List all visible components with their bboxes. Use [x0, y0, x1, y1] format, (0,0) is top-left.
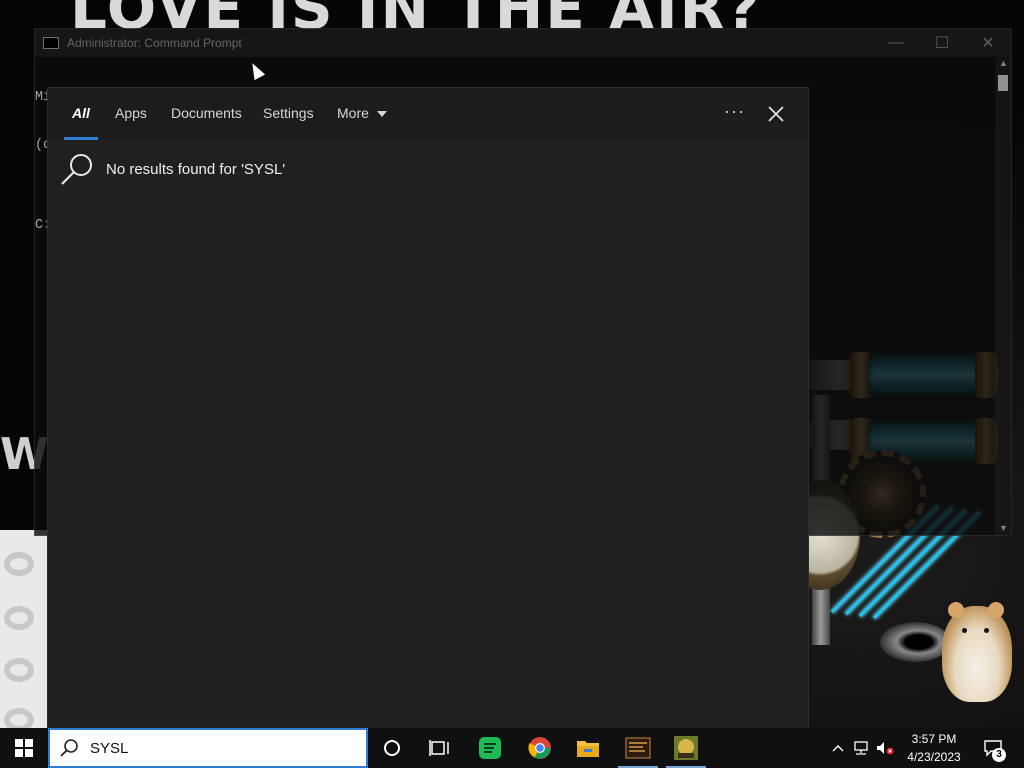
minimize-button[interactable]: —	[873, 29, 919, 57]
task-view-icon	[429, 740, 449, 756]
tab-settings[interactable]: Settings	[263, 88, 314, 140]
network-button[interactable]	[850, 728, 872, 768]
no-results-row: No results found for 'SYSL'	[60, 152, 285, 186]
search-icon	[61, 154, 92, 185]
volume-button[interactable]	[874, 728, 896, 768]
notification-count-badge: 3	[992, 748, 1006, 762]
cortana-button[interactable]	[368, 728, 416, 768]
cortana-icon	[384, 740, 400, 756]
tab-apps[interactable]: Apps	[115, 88, 147, 140]
scroll-thumb[interactable]	[998, 75, 1008, 91]
clock[interactable]: 3:57 PM 4/23/2023	[896, 730, 972, 766]
close-icon	[768, 106, 784, 122]
tab-all[interactable]: All	[64, 88, 98, 140]
game-app-icon	[674, 736, 698, 760]
network-icon	[854, 741, 868, 755]
chrome-button[interactable]	[516, 728, 564, 768]
tab-more[interactable]: More	[337, 88, 387, 140]
start-button[interactable]	[0, 728, 48, 768]
spotify-icon	[479, 737, 501, 759]
chevron-up-icon	[832, 745, 844, 752]
search-flyout: All Apps Documents Settings More ··· No …	[48, 88, 808, 728]
task-view-button[interactable]	[416, 728, 464, 768]
cmd-app-icon	[43, 37, 59, 49]
tab-documents[interactable]: Documents	[171, 88, 242, 140]
close-search-button[interactable]	[764, 102, 788, 126]
scroll-down-icon[interactable]: ▼	[999, 523, 1008, 533]
chevron-down-icon	[376, 111, 387, 118]
scroll-up-icon[interactable]: ▲	[999, 58, 1008, 68]
maximize-button[interactable]: ☐	[919, 29, 965, 57]
cmd-scrollbar[interactable]: ▲ ▼	[995, 58, 1011, 535]
volume-muted-icon	[877, 742, 894, 755]
tab-more-label: More	[337, 105, 369, 121]
clock-time: 3:57 PM	[911, 732, 957, 746]
windows-logo-icon	[15, 739, 33, 757]
search-filter-tabs: All Apps Documents Settings More ···	[48, 88, 808, 140]
file-explorer-button[interactable]	[564, 728, 612, 768]
game-app-taskbar-button[interactable]	[662, 728, 710, 768]
spotify-button[interactable]	[466, 728, 514, 768]
search-query[interactable]: SYSL	[90, 740, 128, 757]
taskbar: SYSL 3:57 PM 4/23/2023 3	[0, 728, 1024, 768]
chrome-icon	[528, 737, 551, 759]
file-explorer-icon	[577, 741, 599, 757]
clock-date: 4/23/2023	[907, 750, 961, 764]
command-prompt-icon	[625, 737, 651, 759]
more-options-button[interactable]: ···	[724, 88, 745, 140]
show-hidden-icons-button[interactable]	[828, 728, 848, 768]
taskbar-search-box[interactable]: SYSL	[48, 728, 368, 768]
cmd-title: Administrator: Command Prompt	[67, 36, 242, 50]
cmd-titlebar[interactable]: Administrator: Command Prompt — ☐ ✕	[35, 29, 1011, 57]
no-results-message: No results found for 'SYSL'	[106, 160, 286, 178]
search-icon	[60, 739, 78, 757]
wallpaper-pattern	[0, 530, 48, 728]
hamster-image	[942, 602, 1012, 702]
close-window-button[interactable]: ✕	[965, 29, 1011, 57]
command-prompt-taskbar-button[interactable]	[614, 728, 662, 768]
